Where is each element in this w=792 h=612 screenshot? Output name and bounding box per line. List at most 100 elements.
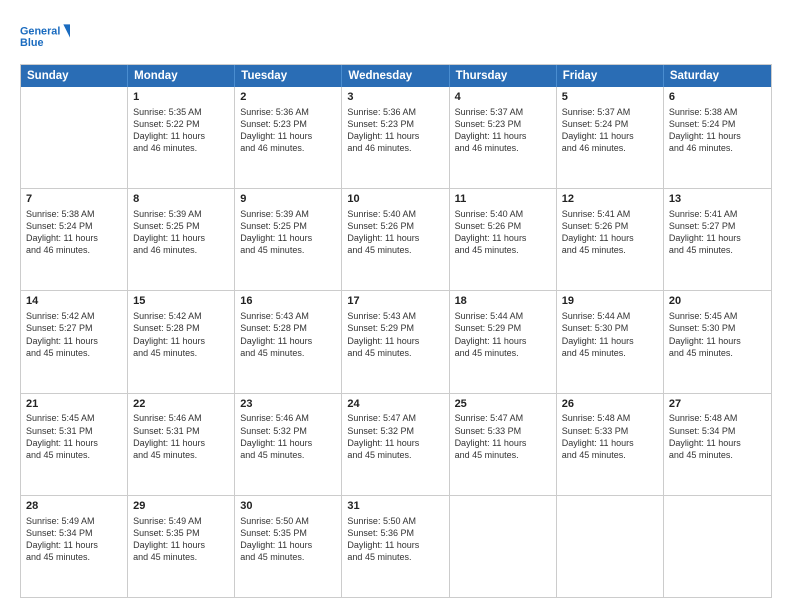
- header-day-sunday: Sunday: [21, 65, 128, 87]
- calendar-day-20: 20Sunrise: 5:45 AM Sunset: 5:30 PM Dayli…: [664, 291, 771, 392]
- calendar-day-26: 26Sunrise: 5:48 AM Sunset: 5:33 PM Dayli…: [557, 394, 664, 495]
- day-info: Sunrise: 5:37 AM Sunset: 5:24 PM Dayligh…: [562, 106, 658, 155]
- day-number: 30: [240, 499, 336, 514]
- day-info: Sunrise: 5:49 AM Sunset: 5:34 PM Dayligh…: [26, 515, 122, 564]
- calendar-header: SundayMondayTuesdayWednesdayThursdayFrid…: [21, 65, 771, 87]
- calendar-day-31: 31Sunrise: 5:50 AM Sunset: 5:36 PM Dayli…: [342, 496, 449, 597]
- header-day-monday: Monday: [128, 65, 235, 87]
- day-number: 5: [562, 90, 658, 105]
- logo: General Blue: [20, 18, 70, 54]
- calendar-day-30: 30Sunrise: 5:50 AM Sunset: 5:35 PM Dayli…: [235, 496, 342, 597]
- day-info: Sunrise: 5:46 AM Sunset: 5:32 PM Dayligh…: [240, 412, 336, 461]
- header-day-thursday: Thursday: [450, 65, 557, 87]
- calendar-day-19: 19Sunrise: 5:44 AM Sunset: 5:30 PM Dayli…: [557, 291, 664, 392]
- calendar-day-18: 18Sunrise: 5:44 AM Sunset: 5:29 PM Dayli…: [450, 291, 557, 392]
- day-number: 26: [562, 397, 658, 412]
- day-number: 31: [347, 499, 443, 514]
- day-info: Sunrise: 5:38 AM Sunset: 5:24 PM Dayligh…: [669, 106, 766, 155]
- calendar-day-4: 4Sunrise: 5:37 AM Sunset: 5:23 PM Daylig…: [450, 87, 557, 188]
- calendar-week-4: 21Sunrise: 5:45 AM Sunset: 5:31 PM Dayli…: [21, 394, 771, 496]
- day-info: Sunrise: 5:44 AM Sunset: 5:29 PM Dayligh…: [455, 310, 551, 359]
- day-info: Sunrise: 5:38 AM Sunset: 5:24 PM Dayligh…: [26, 208, 122, 257]
- day-info: Sunrise: 5:39 AM Sunset: 5:25 PM Dayligh…: [240, 208, 336, 257]
- day-info: Sunrise: 5:46 AM Sunset: 5:31 PM Dayligh…: [133, 412, 229, 461]
- day-info: Sunrise: 5:43 AM Sunset: 5:28 PM Dayligh…: [240, 310, 336, 359]
- calendar-week-5: 28Sunrise: 5:49 AM Sunset: 5:34 PM Dayli…: [21, 496, 771, 597]
- day-info: Sunrise: 5:43 AM Sunset: 5:29 PM Dayligh…: [347, 310, 443, 359]
- day-number: 28: [26, 499, 122, 514]
- day-number: 9: [240, 192, 336, 207]
- day-number: 19: [562, 294, 658, 309]
- calendar-day-22: 22Sunrise: 5:46 AM Sunset: 5:31 PM Dayli…: [128, 394, 235, 495]
- day-info: Sunrise: 5:48 AM Sunset: 5:34 PM Dayligh…: [669, 412, 766, 461]
- calendar-day-1: 1Sunrise: 5:35 AM Sunset: 5:22 PM Daylig…: [128, 87, 235, 188]
- calendar-day-27: 27Sunrise: 5:48 AM Sunset: 5:34 PM Dayli…: [664, 394, 771, 495]
- calendar-day-3: 3Sunrise: 5:36 AM Sunset: 5:23 PM Daylig…: [342, 87, 449, 188]
- calendar-day-6: 6Sunrise: 5:38 AM Sunset: 5:24 PM Daylig…: [664, 87, 771, 188]
- day-info: Sunrise: 5:49 AM Sunset: 5:35 PM Dayligh…: [133, 515, 229, 564]
- day-number: 14: [26, 294, 122, 309]
- calendar-empty-cell: [557, 496, 664, 597]
- header-day-tuesday: Tuesday: [235, 65, 342, 87]
- header-day-friday: Friday: [557, 65, 664, 87]
- calendar-empty-cell: [450, 496, 557, 597]
- page-header: General Blue: [20, 18, 772, 54]
- day-number: 7: [26, 192, 122, 207]
- day-number: 16: [240, 294, 336, 309]
- day-info: Sunrise: 5:35 AM Sunset: 5:22 PM Dayligh…: [133, 106, 229, 155]
- day-number: 6: [669, 90, 766, 105]
- day-info: Sunrise: 5:39 AM Sunset: 5:25 PM Dayligh…: [133, 208, 229, 257]
- calendar-day-5: 5Sunrise: 5:37 AM Sunset: 5:24 PM Daylig…: [557, 87, 664, 188]
- calendar-day-9: 9Sunrise: 5:39 AM Sunset: 5:25 PM Daylig…: [235, 189, 342, 290]
- day-number: 1: [133, 90, 229, 105]
- day-info: Sunrise: 5:50 AM Sunset: 5:35 PM Dayligh…: [240, 515, 336, 564]
- day-info: Sunrise: 5:40 AM Sunset: 5:26 PM Dayligh…: [347, 208, 443, 257]
- day-number: 21: [26, 397, 122, 412]
- header-day-saturday: Saturday: [664, 65, 771, 87]
- day-info: Sunrise: 5:42 AM Sunset: 5:27 PM Dayligh…: [26, 310, 122, 359]
- calendar-body: 1Sunrise: 5:35 AM Sunset: 5:22 PM Daylig…: [21, 87, 771, 597]
- day-number: 17: [347, 294, 443, 309]
- calendar-day-23: 23Sunrise: 5:46 AM Sunset: 5:32 PM Dayli…: [235, 394, 342, 495]
- day-number: 25: [455, 397, 551, 412]
- day-info: Sunrise: 5:50 AM Sunset: 5:36 PM Dayligh…: [347, 515, 443, 564]
- logo-svg: General Blue: [20, 18, 70, 54]
- day-info: Sunrise: 5:36 AM Sunset: 5:23 PM Dayligh…: [347, 106, 443, 155]
- svg-text:General: General: [20, 25, 60, 37]
- svg-text:Blue: Blue: [20, 37, 43, 49]
- calendar-day-12: 12Sunrise: 5:41 AM Sunset: 5:26 PM Dayli…: [557, 189, 664, 290]
- calendar-day-2: 2Sunrise: 5:36 AM Sunset: 5:23 PM Daylig…: [235, 87, 342, 188]
- day-info: Sunrise: 5:45 AM Sunset: 5:31 PM Dayligh…: [26, 412, 122, 461]
- day-info: Sunrise: 5:48 AM Sunset: 5:33 PM Dayligh…: [562, 412, 658, 461]
- day-number: 18: [455, 294, 551, 309]
- day-number: 13: [669, 192, 766, 207]
- day-info: Sunrise: 5:41 AM Sunset: 5:27 PM Dayligh…: [669, 208, 766, 257]
- day-info: Sunrise: 5:37 AM Sunset: 5:23 PM Dayligh…: [455, 106, 551, 155]
- day-number: 24: [347, 397, 443, 412]
- day-number: 3: [347, 90, 443, 105]
- calendar-day-21: 21Sunrise: 5:45 AM Sunset: 5:31 PM Dayli…: [21, 394, 128, 495]
- calendar-week-1: 1Sunrise: 5:35 AM Sunset: 5:22 PM Daylig…: [21, 87, 771, 189]
- day-number: 2: [240, 90, 336, 105]
- calendar-day-8: 8Sunrise: 5:39 AM Sunset: 5:25 PM Daylig…: [128, 189, 235, 290]
- day-number: 22: [133, 397, 229, 412]
- calendar: SundayMondayTuesdayWednesdayThursdayFrid…: [20, 64, 772, 598]
- calendar-day-7: 7Sunrise: 5:38 AM Sunset: 5:24 PM Daylig…: [21, 189, 128, 290]
- header-day-wednesday: Wednesday: [342, 65, 449, 87]
- calendar-week-3: 14Sunrise: 5:42 AM Sunset: 5:27 PM Dayli…: [21, 291, 771, 393]
- calendar-day-17: 17Sunrise: 5:43 AM Sunset: 5:29 PM Dayli…: [342, 291, 449, 392]
- day-info: Sunrise: 5:45 AM Sunset: 5:30 PM Dayligh…: [669, 310, 766, 359]
- day-number: 29: [133, 499, 229, 514]
- day-number: 11: [455, 192, 551, 207]
- calendar-day-15: 15Sunrise: 5:42 AM Sunset: 5:28 PM Dayli…: [128, 291, 235, 392]
- day-number: 8: [133, 192, 229, 207]
- day-info: Sunrise: 5:41 AM Sunset: 5:26 PM Dayligh…: [562, 208, 658, 257]
- calendar-week-2: 7Sunrise: 5:38 AM Sunset: 5:24 PM Daylig…: [21, 189, 771, 291]
- calendar-day-29: 29Sunrise: 5:49 AM Sunset: 5:35 PM Dayli…: [128, 496, 235, 597]
- day-number: 23: [240, 397, 336, 412]
- day-info: Sunrise: 5:42 AM Sunset: 5:28 PM Dayligh…: [133, 310, 229, 359]
- day-info: Sunrise: 5:40 AM Sunset: 5:26 PM Dayligh…: [455, 208, 551, 257]
- day-number: 27: [669, 397, 766, 412]
- calendar-day-16: 16Sunrise: 5:43 AM Sunset: 5:28 PM Dayli…: [235, 291, 342, 392]
- calendar-day-25: 25Sunrise: 5:47 AM Sunset: 5:33 PM Dayli…: [450, 394, 557, 495]
